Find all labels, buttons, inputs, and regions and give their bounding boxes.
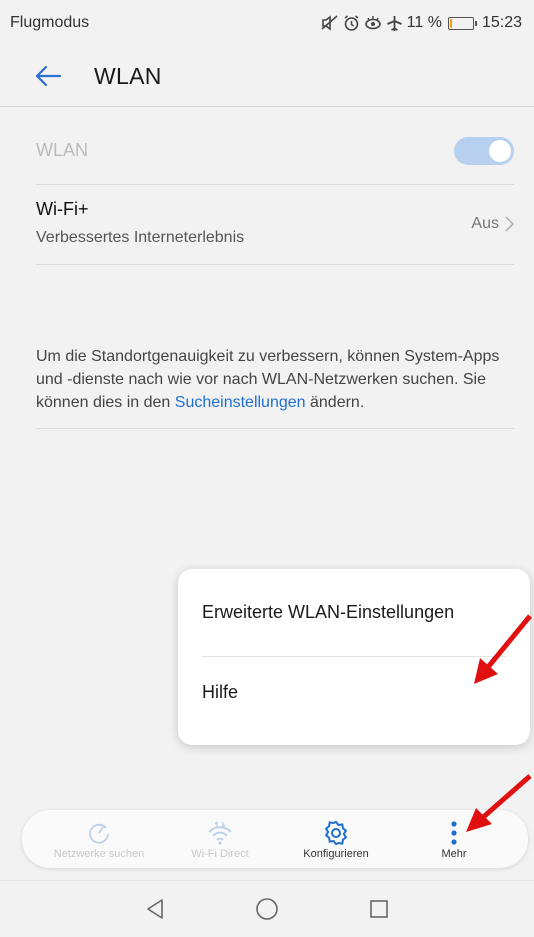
battery-percent: 11 % (406, 14, 442, 31)
battery-icon (447, 16, 477, 30)
more-label: Mehr (441, 848, 467, 860)
wifi-direct-icon (206, 818, 234, 848)
wifi-plus-row[interactable]: Wi-Fi+ Verbessertes Interneterlebnis Aus (36, 185, 514, 265)
annotation-arrow-icon (474, 614, 532, 684)
alarm-icon (344, 14, 359, 31)
airplane-icon (386, 15, 402, 31)
wlan-label: WLAN (36, 140, 89, 160)
status-icons: 11 % 15:23 (321, 14, 522, 32)
menu-divider (202, 656, 506, 657)
info-suffix: ändern. (305, 394, 365, 411)
chevron-right-icon (505, 216, 514, 232)
system-nav-bar (0, 880, 534, 937)
app-bar: WLAN (0, 46, 534, 106)
menu-item-advanced-wlan-settings[interactable]: Erweiterte WLAN-Einstellungen (202, 602, 454, 623)
back-button[interactable] (34, 58, 70, 94)
wifi-plus-value: Aus (471, 215, 514, 233)
bottom-action-bar: Netzwerke suchen Wi-Fi Direct Konfigurie… (22, 810, 528, 868)
more-vertical-icon (450, 818, 458, 848)
location-info-text: Um die Standortgenauigkeit zu verbessern… (36, 345, 514, 429)
battery-level (449, 18, 452, 28)
nav-home-icon[interactable] (255, 897, 279, 921)
wifi-direct-label: Wi-Fi Direct (191, 848, 249, 860)
nav-back-icon[interactable] (145, 898, 165, 920)
page-title: WLAN (94, 62, 162, 89)
mute-icon (321, 15, 338, 31)
annotation-arrow-icon (466, 774, 532, 832)
scan-networks-button[interactable]: Netzwerke suchen (36, 810, 162, 868)
wifi-plus-subtitle: Verbessertes Interneterlebnis (36, 229, 245, 246)
settings-content: WLAN Wi-Fi+ Verbessertes Interneterlebni… (0, 107, 534, 853)
wifi-plus-title: Wi-Fi+ (36, 199, 89, 219)
toggle-knob (489, 139, 511, 162)
status-airplane-label: Flugmodus (10, 14, 90, 31)
refresh-icon (86, 818, 112, 848)
wifi-direct-button[interactable]: Wi-Fi Direct (162, 810, 278, 868)
eye-comfort-icon (364, 15, 381, 29)
status-bar: Flugmodus 11 % 15:23 (0, 0, 534, 46)
scan-networks-label: Netzwerke suchen (53, 848, 145, 860)
configure-button[interactable]: Konfigurieren (278, 810, 394, 868)
search-settings-link[interactable]: Sucheinstellungen (175, 394, 306, 411)
nav-recents-icon[interactable] (369, 899, 389, 919)
menu-item-help[interactable]: Hilfe (202, 682, 238, 703)
back-arrow-icon (35, 65, 62, 87)
wifi-plus-status: Aus (471, 215, 499, 232)
configure-label: Konfigurieren (303, 848, 369, 860)
clock: 15:23 (481, 14, 522, 31)
wlan-toggle[interactable] (454, 136, 514, 165)
gear-icon (323, 818, 349, 848)
wlan-row[interactable]: WLAN (36, 117, 514, 185)
